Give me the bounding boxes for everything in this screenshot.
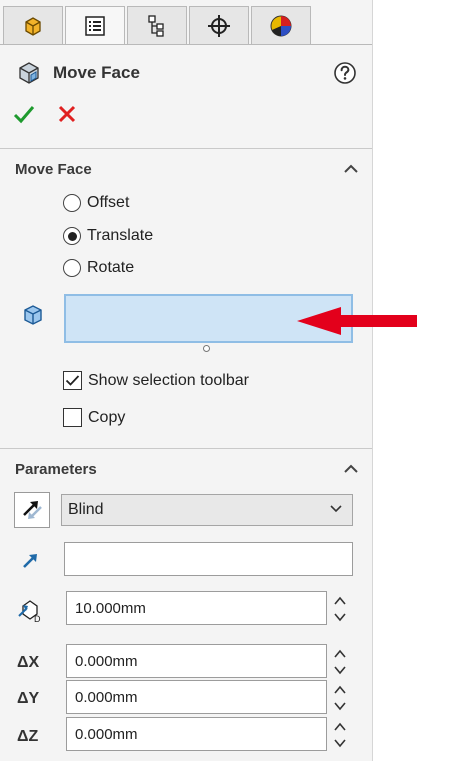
radio-button[interactable] <box>63 194 81 212</box>
radio-selected-dot <box>67 231 77 241</box>
spin-up-icon[interactable] <box>333 684 347 696</box>
face-selection-icon <box>24 305 42 325</box>
delta-z-label: ΔZ <box>17 728 39 745</box>
radio-label-translate: Translate <box>87 227 154 244</box>
reverse-direction-icon <box>23 501 42 519</box>
dimxpertmanager-icon <box>208 14 230 37</box>
distance-field[interactable]: 10.000mm <box>66 591 327 625</box>
delta-x-label: ΔX <box>17 654 40 671</box>
direction-reference-field[interactable] <box>64 542 353 576</box>
tab-configurationmanager[interactable] <box>127 6 187 44</box>
radio-label-rotate: Rotate <box>87 259 135 276</box>
configurationmanager-icon <box>148 14 164 37</box>
section-title-parameters: Parameters <box>15 461 97 478</box>
copy-option[interactable]: Copy <box>63 408 125 427</box>
propertymanager-icon <box>85 16 105 36</box>
spin-down-icon[interactable] <box>333 611 347 623</box>
spin-up-icon[interactable] <box>333 648 347 660</box>
direction-arrow-icon <box>23 554 37 568</box>
spin-down-icon[interactable] <box>333 700 347 712</box>
copy-label: Copy <box>88 408 126 426</box>
distance-spinner[interactable] <box>330 595 350 623</box>
move-face-icon <box>19 62 39 84</box>
delta-x-field[interactable]: 0.000mm <box>66 644 327 678</box>
property-manager-panel: Move Face Move Face Offset Translate Rot… <box>0 0 373 761</box>
delta-y-field[interactable]: 0.000mm <box>66 680 327 714</box>
divider <box>0 448 372 449</box>
delta-y-label: ΔY <box>17 690 40 707</box>
tab-dimxpertmanager[interactable] <box>189 6 249 44</box>
displaymanager-icon <box>270 15 292 36</box>
spin-down-icon[interactable] <box>333 737 347 749</box>
featuremanager-icon <box>25 16 41 36</box>
check-icon[interactable] <box>13 104 35 124</box>
spin-up-icon[interactable] <box>333 595 347 607</box>
close-icon[interactable] <box>57 104 77 124</box>
tab-divider <box>0 44 372 45</box>
show-selection-toolbar-checkbox[interactable] <box>63 371 82 390</box>
tab-propertymanager[interactable] <box>65 6 125 45</box>
manager-tabs <box>3 6 313 45</box>
end-condition-value: Blind <box>68 501 104 518</box>
radio-offset[interactable]: Offset <box>63 194 129 212</box>
tab-displaymanager[interactable] <box>251 6 311 44</box>
spin-up-icon[interactable] <box>333 721 347 733</box>
radio-button[interactable] <box>63 259 81 277</box>
distance-icon: D <box>18 600 41 624</box>
delta-y-spinner[interactable] <box>330 684 350 712</box>
show-selection-toolbar-label: Show selection toolbar <box>88 371 249 389</box>
radio-button[interactable] <box>63 227 81 245</box>
section-title-move-face: Move Face <box>15 161 92 178</box>
radio-rotate[interactable]: Rotate <box>63 259 134 277</box>
help-icon[interactable] <box>333 61 357 85</box>
page-title: Move Face <box>53 63 140 82</box>
reverse-direction-button[interactable] <box>14 492 50 528</box>
show-selection-toolbar-option[interactable]: Show selection toolbar <box>63 371 249 390</box>
annotation-arrow-icon <box>297 307 417 335</box>
divider <box>0 148 372 149</box>
delta-z-field[interactable]: 0.000mm <box>66 717 327 751</box>
selection-box-resize-handle[interactable] <box>203 345 210 352</box>
chevron-down-icon <box>330 505 342 513</box>
collapse-chevron-icon[interactable] <box>343 163 359 175</box>
delta-z-spinner[interactable] <box>330 721 350 749</box>
copy-checkbox[interactable] <box>63 408 82 427</box>
delta-x-spinner[interactable] <box>330 648 350 676</box>
svg-text:D: D <box>34 614 41 624</box>
radio-translate[interactable]: Translate <box>63 227 153 245</box>
tab-featuremanager[interactable] <box>3 6 63 44</box>
end-condition-select[interactable]: Blind <box>61 494 353 526</box>
checkmark-icon <box>65 375 80 386</box>
radio-label-offset: Offset <box>87 194 130 211</box>
collapse-chevron-icon[interactable] <box>343 463 359 475</box>
spin-down-icon[interactable] <box>333 664 347 676</box>
